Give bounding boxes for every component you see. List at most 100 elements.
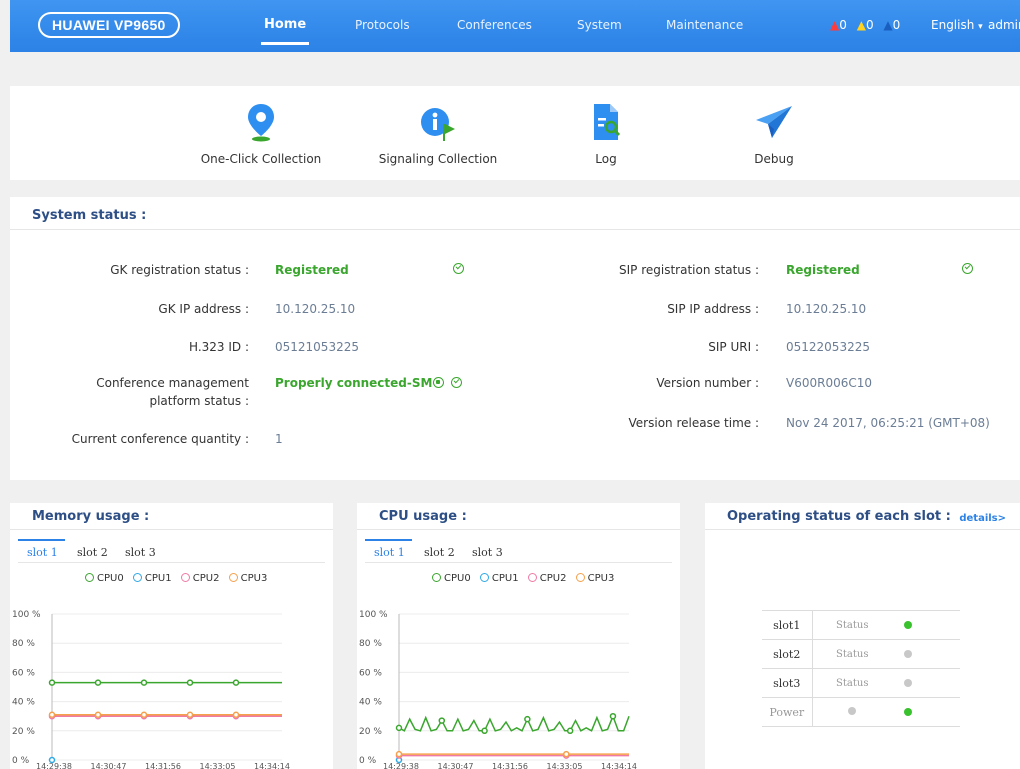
- language-dropdown[interactable]: English ▾: [931, 18, 983, 32]
- y-tick-label: 100 %: [359, 610, 388, 620]
- series-point: [48, 679, 56, 686]
- smc-icon: [433, 377, 444, 388]
- tab-slot-2[interactable]: slot 2: [77, 546, 108, 559]
- status-dot-icon: [904, 707, 912, 716]
- y-tick-label: 20 %: [12, 727, 35, 737]
- debug-button[interactable]: Debug: [734, 100, 814, 166]
- memory-slot-tabs: slot 1 slot 2 slot 3: [18, 539, 325, 563]
- one-click-collection-button[interactable]: One-Click Collection: [198, 100, 324, 166]
- nav-protocols[interactable]: Protocols: [355, 18, 410, 32]
- nav-active-underline: [261, 42, 310, 45]
- cpu-usage-panel: CPU usage : slot 1 slot 2 slot 3 CPU0 CP…: [357, 503, 680, 769]
- tab-slot-1[interactable]: slot 1: [18, 539, 65, 559]
- alarm-indicators: ▲0 ▲0 ▲0: [830, 18, 906, 32]
- tab-label: slot 1: [374, 546, 405, 559]
- series-point: [186, 679, 194, 686]
- y-tick-label: 80 %: [12, 639, 35, 649]
- legend-cpu3[interactable]: CPU3: [228, 573, 267, 584]
- user-menu[interactable]: admin: [988, 18, 1020, 32]
- sip-ip-label: SIP IP address :: [667, 302, 759, 316]
- x-tick-label: 14:31:56: [492, 762, 528, 769]
- tab-slot-3[interactable]: slot 3: [125, 546, 156, 559]
- alarm-warning-icon: ▲: [830, 18, 840, 32]
- x-tick-label: 14:29:38: [36, 762, 72, 769]
- log-button[interactable]: Log: [566, 100, 646, 166]
- slot-name: slot2: [762, 639, 813, 669]
- power-label: Power: [762, 697, 813, 727]
- tab-slot-1[interactable]: slot 1: [365, 539, 412, 559]
- legend-cpu1[interactable]: CPU1: [479, 573, 519, 584]
- critical-alarm[interactable]: ▲0: [830, 18, 847, 32]
- slot-status-label: Status: [812, 668, 892, 698]
- tab-slot-2[interactable]: slot 2: [424, 546, 455, 559]
- y-tick-label: 0 %: [359, 756, 377, 766]
- check-circle-icon: [451, 377, 462, 388]
- release-time-label: Version release time :: [628, 416, 759, 430]
- alarm-warning-icon: ▲: [856, 18, 866, 32]
- slot-status-cell: [892, 668, 960, 698]
- sip-status-value: Registered: [786, 263, 860, 277]
- slot-status-panel: Operating status of each slot : details>…: [705, 503, 1020, 769]
- series-point: [140, 679, 148, 686]
- conf-qty-value: 1: [275, 432, 283, 446]
- tab-active-underline: [18, 539, 65, 541]
- major-alarm[interactable]: ▲0: [857, 18, 874, 32]
- legend-cpu2[interactable]: CPU2: [180, 573, 219, 584]
- legend-cpu0[interactable]: CPU0: [85, 573, 124, 584]
- legend-cpu0[interactable]: CPU0: [432, 573, 471, 584]
- y-tick-label: 20 %: [359, 727, 382, 737]
- nav-home-label: Home: [264, 17, 307, 32]
- series-point: [94, 679, 102, 686]
- critical-alarm-count: 0: [839, 18, 847, 32]
- nav-home[interactable]: Home: [261, 17, 310, 45]
- details-link[interactable]: details>: [959, 513, 1006, 524]
- gk-status-label: GK registration status :: [110, 263, 249, 277]
- legend-cpu2[interactable]: CPU2: [527, 573, 567, 584]
- conf-qty-label: Current conference quantity :: [71, 432, 249, 446]
- legend-marker: [85, 573, 94, 582]
- huawei-logo: HUAWEI VP9650: [38, 12, 180, 38]
- chevron-down-icon: ▾: [978, 22, 983, 32]
- legend-marker: [527, 573, 537, 582]
- nav-conferences[interactable]: Conferences: [457, 18, 532, 32]
- tab-slot-3[interactable]: slot 3: [472, 546, 503, 559]
- legend-marker: [479, 573, 489, 582]
- x-tick-label: 14:30:47: [91, 762, 127, 769]
- status-dot-icon: [904, 620, 912, 629]
- x-tick-label: 14:33:05: [200, 762, 236, 769]
- legend-label: CPU2: [539, 573, 567, 584]
- table-row: slot1 Status: [762, 610, 960, 640]
- nav-system[interactable]: System: [577, 18, 622, 32]
- system-status-title: System status :: [32, 208, 147, 223]
- series-line: [398, 714, 630, 732]
- legend-cpu3[interactable]: CPU3: [575, 573, 615, 584]
- power-status-cell-1: [812, 697, 892, 727]
- series-point: [94, 711, 102, 718]
- series-point: [232, 679, 240, 686]
- sip-uri-label: SIP URI :: [708, 340, 759, 354]
- legend-label: CPU3: [587, 573, 615, 584]
- series-point: [48, 756, 56, 764]
- legend-label: CPU1: [144, 573, 172, 584]
- legend-marker: [180, 573, 190, 582]
- signaling-collection-button[interactable]: Signaling Collection: [375, 100, 501, 166]
- series-point: [524, 715, 531, 723]
- y-tick-label: 60 %: [359, 668, 382, 678]
- legend-label: CPU0: [444, 573, 471, 584]
- series-point: [395, 750, 403, 758]
- y-tick-label: 0 %: [12, 756, 30, 766]
- cpu-slot-tabs: slot 1 slot 2 slot 3: [365, 539, 672, 563]
- minor-alarm[interactable]: ▲0: [883, 18, 900, 32]
- y-tick-label: 40 %: [359, 698, 382, 708]
- y-tick-label: 100 %: [12, 610, 41, 620]
- system-status-header: System status :: [10, 197, 1020, 230]
- series-point: [186, 711, 194, 718]
- legend-marker: [228, 573, 238, 582]
- slot-status-header: Operating status of each slot : details>: [705, 503, 1020, 530]
- tool-label: Log: [595, 152, 617, 166]
- status-dot-icon: [904, 649, 912, 658]
- nav-maintenance[interactable]: Maintenance: [666, 18, 743, 32]
- legend-cpu1[interactable]: CPU1: [132, 573, 172, 584]
- language-label: English: [931, 18, 975, 32]
- series-point: [48, 711, 56, 718]
